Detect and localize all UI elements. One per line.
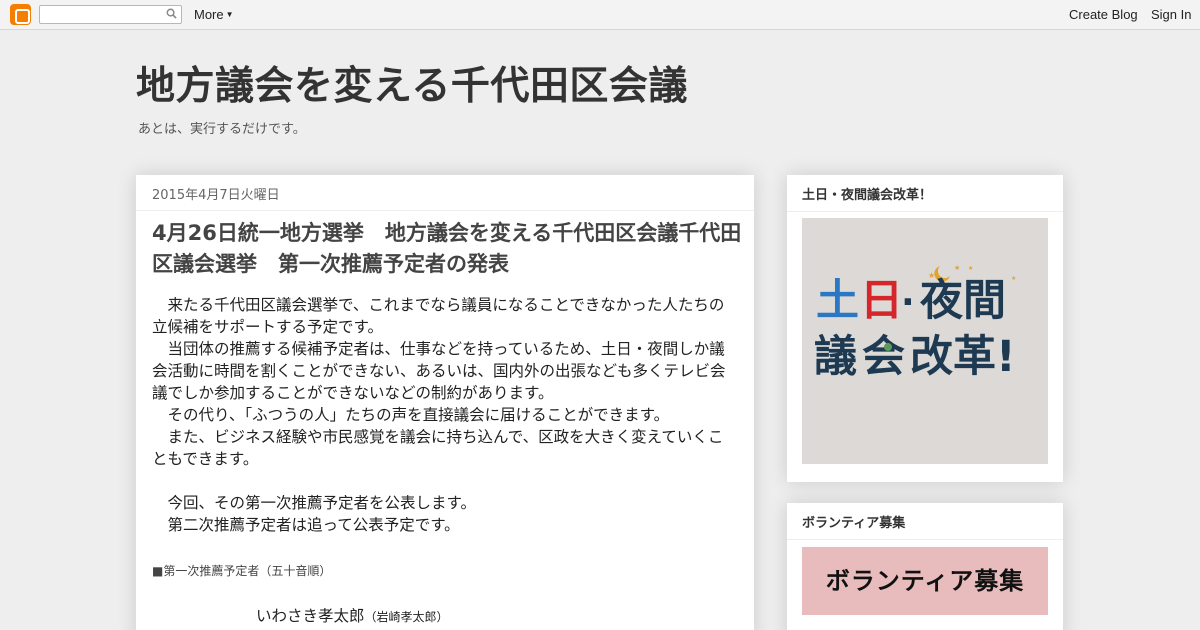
banner-char-kaikaku: 改革! — [910, 332, 1016, 382]
candidate-name-hiragana: いわさき孝太郎 — [256, 607, 365, 625]
post-spacer — [152, 470, 732, 492]
post-paragraph: その代り、「ふつうの人」たちの声を直接議会に届けることができます。 — [152, 406, 670, 424]
banner-char-kai: 会 — [862, 332, 905, 382]
star-icon: ★ — [968, 265, 973, 272]
sign-in-link[interactable]: Sign In — [1151, 7, 1191, 22]
reform-banner-image[interactable]: ★ ★ ★ ★ 土 日 · 夜間 議 会 改革! — [802, 218, 1048, 464]
more-menu-label: More — [194, 7, 224, 22]
banner-char-do: 土 — [816, 276, 859, 326]
candidate-list-heading: ■第一次推薦予定者（五十音順） — [152, 564, 332, 578]
post-paragraph: 第二次推薦予定者は追って公表予定です。 — [152, 516, 460, 534]
reform-banner-graphic: ★ ★ ★ ★ 土 日 · 夜間 議 会 改革! — [814, 264, 1016, 382]
blog-title[interactable]: 地方議会を変える千代田区会議 — [136, 55, 688, 111]
post-card: 2015年4月7日火曜日 4月26日統一地方選挙 地方議会を変える千代田区会議千… — [136, 175, 754, 630]
create-blog-link[interactable]: Create Blog — [1069, 7, 1138, 22]
sidebar-widget-volunteer: ボランティア募集 ボランティア募集 — [787, 503, 1063, 630]
widget-divider — [787, 211, 1063, 212]
candidate-name-kanji: （岩崎孝太郎） — [364, 610, 449, 624]
banner-char-nichi: 日 — [860, 276, 903, 326]
post-paragraph: 当団体の推薦する候補予定者は、仕事などを持っているため、土日・夜間しか議会活動に… — [152, 340, 726, 402]
post-date: 2015年4月7日火曜日 — [152, 188, 280, 203]
blogger-logo-icon[interactable] — [10, 4, 31, 25]
search-icon[interactable] — [166, 8, 177, 19]
widget-title: 土日・夜間議会改革！ — [802, 188, 933, 203]
post-title[interactable]: 4月26日統一地方選挙 地方議会を変える千代田区会議千代田区議会選挙 第一次推薦… — [152, 218, 742, 280]
banner-char-dot: · — [901, 282, 915, 323]
volunteer-banner-text: ボランティア募集 — [825, 567, 1025, 595]
blog-description: あとは、実行するだけです。 — [138, 122, 306, 137]
post-paragraph: 今回、その第一次推薦予定者を公表します。 — [152, 494, 476, 512]
sidebar-widget-reform: 土日・夜間議会改革！ ★ ★ ★ ★ 土 日 · 夜間 議 会 改革! — [787, 175, 1063, 482]
search-input[interactable] — [39, 5, 182, 24]
post-paragraph: また、ビジネス経験や市民感覚を議会に持ち込んで、区政を大きく変えていくこともでき… — [152, 428, 724, 468]
blogger-navbar: More ▼ Create Blog Sign In — [0, 0, 1200, 30]
candidate-name: いわさき孝太郎（岩崎孝太郎） — [256, 604, 449, 626]
widget-title: ボランティア募集 — [802, 516, 906, 531]
person-icon — [884, 343, 892, 351]
banner-char-gi: 議 — [814, 332, 857, 382]
volunteer-banner-image[interactable]: ボランティア募集 — [802, 547, 1048, 615]
star-icon: ★ — [954, 264, 960, 272]
star-icon: ★ — [1011, 275, 1016, 282]
chevron-down-icon: ▼ — [225, 10, 234, 19]
post-body: 来たる千代田区議会選挙で、これまでなら議員になることできなかった人たちの立候補を… — [152, 294, 732, 536]
banner-char-yakan: 夜間 — [919, 276, 1006, 326]
more-menu-button[interactable]: More ▼ — [194, 7, 234, 22]
post-divider — [136, 210, 754, 211]
widget-divider — [787, 539, 1063, 540]
post-paragraph: 来たる千代田区議会選挙で、これまでなら議員になることできなかった人たちの立候補を… — [152, 296, 725, 336]
